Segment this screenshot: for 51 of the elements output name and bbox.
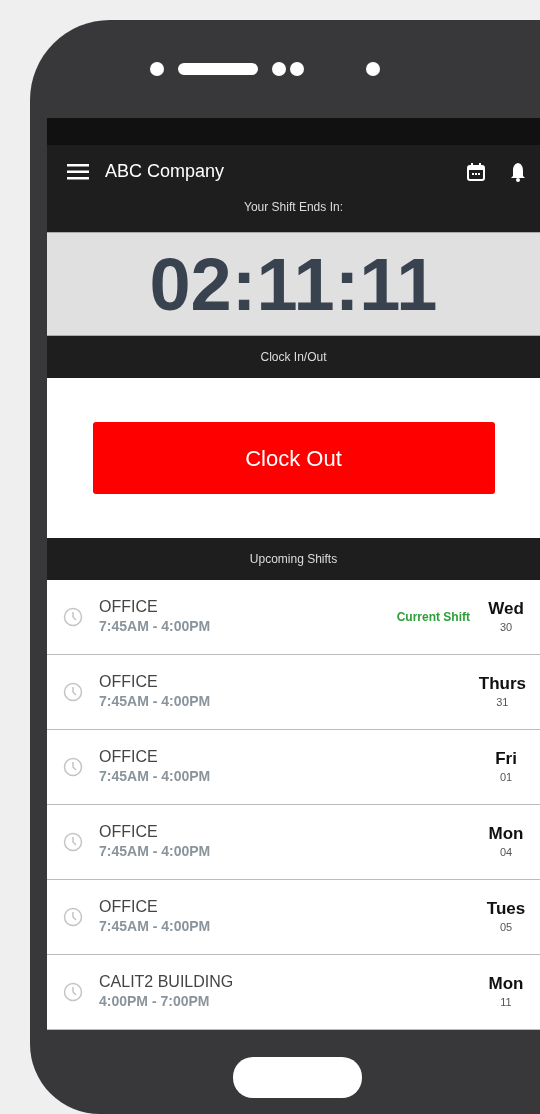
shift-row[interactable]: OFFICE 7:45AM - 4:00PM Thurs 31 xyxy=(47,655,540,730)
clock-icon xyxy=(63,832,83,852)
shift-date: 11 xyxy=(499,994,513,1010)
shift-row[interactable]: OFFICE 7:45AM - 4:00PM Current Shift Wed 30 xyxy=(47,580,540,655)
menu-icon[interactable] xyxy=(67,163,89,180)
shift-date: 31 xyxy=(495,694,510,710)
clock-icon xyxy=(63,982,83,1002)
shift-date: 04 xyxy=(498,844,514,860)
clock-icon xyxy=(63,607,83,627)
shift-day: Thurs xyxy=(478,673,526,694)
shift-date: 05 xyxy=(498,919,514,935)
shift-location: CALIT2 BUILDING xyxy=(99,971,235,992)
clock-icon xyxy=(63,757,83,777)
bell-icon[interactable] xyxy=(510,161,526,182)
shift-day: Mon xyxy=(486,973,526,994)
shift-location: OFFICE xyxy=(99,746,159,767)
countdown-label: Your Shift Ends In: xyxy=(244,200,343,214)
shift-day: Tues xyxy=(486,898,526,919)
shift-date: 01 xyxy=(498,769,514,785)
calendar-icon[interactable] xyxy=(466,161,486,182)
shift-hours: 7:45AM - 4:00PM xyxy=(99,692,212,712)
countdown-time: 02:11:11 xyxy=(149,241,438,328)
app-title: ABC Company xyxy=(105,160,226,183)
sensor-icon xyxy=(272,62,304,76)
speaker-icon xyxy=(178,63,258,75)
shift-date: 30 xyxy=(498,619,514,635)
shift-hours: 7:45AM - 4:00PM xyxy=(99,917,212,937)
camera-icon xyxy=(366,62,380,76)
shift-hours: 7:45AM - 4:00PM xyxy=(99,842,212,862)
status-label: Current Shift xyxy=(396,609,470,626)
shift-hours: 7:45AM - 4:00PM xyxy=(99,767,212,787)
shift-hours: 7:45AM - 4:00PM xyxy=(99,617,212,637)
shift-row[interactable]: OFFICE 7:45AM - 4:00PM Fri 01 xyxy=(47,730,540,805)
shift-day: Fri xyxy=(486,748,526,769)
shift-row[interactable]: OFFICE 7:45AM - 4:00PM Tues 05 xyxy=(47,880,540,955)
shift-row[interactable]: OFFICE 7:45AM - 4:00PM Mon 04 xyxy=(47,805,540,880)
home-button[interactable] xyxy=(233,1057,362,1098)
shift-location: OFFICE xyxy=(99,596,159,617)
section-header: Upcoming Shifts xyxy=(47,538,540,580)
shift-hours: 4:00PM - 7:00PM xyxy=(99,992,211,1012)
shift-location: OFFICE xyxy=(99,671,159,692)
clock-icon xyxy=(63,907,83,927)
shift-location: OFFICE xyxy=(99,896,159,917)
shift-day: Wed xyxy=(486,598,526,619)
clock-icon xyxy=(63,682,83,702)
section-header: Clock In/Out xyxy=(47,336,540,378)
shift-row[interactable]: CALIT2 BUILDING 4:00PM - 7:00PM Mon 11 xyxy=(47,955,540,1030)
shift-location: OFFICE xyxy=(99,821,159,842)
clock-out-button[interactable]: Clock Out xyxy=(92,422,495,494)
shift-day: Mon xyxy=(486,823,526,844)
camera-icon xyxy=(150,62,164,76)
